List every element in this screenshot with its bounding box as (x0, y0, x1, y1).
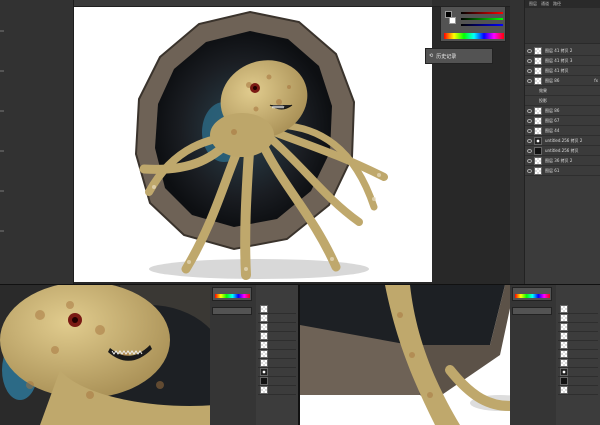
eye-icon[interactable] (527, 168, 532, 173)
layer-row[interactable]: 图层 41 拷贝 2 (525, 46, 600, 56)
eye-icon[interactable] (527, 68, 532, 73)
layer-row[interactable]: 图层 44 (525, 126, 600, 136)
tab-paths[interactable]: 路径 (553, 1, 561, 7)
tentacle-closeup (300, 285, 600, 425)
layer-row[interactable]: untitled.256 拷贝 2 (525, 136, 600, 146)
eye-icon[interactable] (527, 108, 532, 113)
color-panel[interactable] (440, 6, 506, 42)
layer-list-small (258, 305, 296, 395)
layer-list: 图层 41 拷贝 2 图层 41 拷贝 3 图层 41 拷贝 图层 86 fx 效… (525, 46, 600, 176)
background-swatch[interactable] (449, 17, 456, 24)
layer-thumbnail (534, 76, 542, 85)
layers-controls[interactable] (525, 8, 600, 44)
zoom-view-tentacle (300, 285, 600, 425)
octopus-closeup (0, 285, 298, 425)
layer-row[interactable]: 图层 41 拷贝 3 (525, 56, 600, 66)
photoshop-main-window: ⟲ 历史记录 图层 通道 路径 图层 41 拷贝 2 图层 41 拷贝 3 图层… (0, 0, 600, 284)
layer-thumbnail (534, 116, 542, 125)
layers-panel-tabs: 图层 通道 路径 (525, 0, 600, 8)
eye-icon[interactable] (527, 118, 532, 123)
eye-icon[interactable] (527, 148, 532, 153)
fx-badge[interactable]: fx (594, 78, 600, 83)
layer-row[interactable]: 图层 41 拷贝 (525, 66, 600, 76)
zoom-view-head (0, 285, 298, 425)
layer-thumbnail (534, 156, 542, 165)
effects-row[interactable]: 效果 (525, 86, 600, 96)
layers-panel[interactable]: 图层 通道 路径 图层 41 拷贝 2 图层 41 拷贝 3 图层 41 拷贝 … (524, 0, 600, 284)
color-panel-small[interactable] (212, 287, 252, 301)
projection-row[interactable]: 投影 (525, 96, 600, 106)
layer-thumbnail (534, 166, 542, 175)
eye-icon[interactable] (527, 78, 532, 83)
layer-thumbnail (534, 106, 542, 115)
history-panel-small[interactable] (212, 307, 252, 315)
eye-icon[interactable] (527, 48, 532, 53)
layer-row[interactable]: 图层 36 拷贝 2 (525, 156, 600, 166)
history-icon: ⟲ (429, 53, 434, 59)
color-spectrum[interactable] (444, 33, 504, 39)
layer-list-small (558, 305, 598, 395)
layer-thumbnail (534, 126, 542, 135)
left-toolbar-area (0, 0, 74, 284)
layer-row[interactable]: 图层 86 fx (525, 76, 600, 86)
layer-thumbnail (534, 146, 542, 155)
eye-icon[interactable] (527, 158, 532, 163)
document-canvas[interactable] (74, 7, 432, 282)
tab-layers[interactable]: 图层 (529, 1, 537, 7)
layer-thumbnail (534, 56, 542, 65)
eye-icon[interactable] (527, 138, 532, 143)
octopus-artwork (134, 10, 388, 280)
eye-icon[interactable] (527, 128, 532, 133)
eye-icon[interactable] (527, 58, 532, 63)
document-ruler (74, 0, 432, 7)
color-panel-small[interactable] (512, 287, 552, 301)
tab-channels[interactable]: 通道 (541, 1, 549, 7)
panel-icon-strip (510, 0, 524, 284)
layer-thumbnail (534, 66, 542, 75)
layer-thumbnail (534, 46, 542, 55)
layer-row[interactable]: 图层 86 (525, 106, 600, 116)
history-panel-label: 历史记录 (436, 53, 457, 60)
layer-row[interactable]: untitled.256 拷贝 (525, 146, 600, 156)
layer-row[interactable]: 图层 61 (525, 166, 600, 176)
layer-row[interactable]: 图层 67 (525, 116, 600, 126)
layer-thumbnail (534, 136, 542, 145)
history-panel-small[interactable] (512, 307, 552, 315)
history-panel[interactable]: ⟲ 历史记录 (425, 48, 493, 64)
